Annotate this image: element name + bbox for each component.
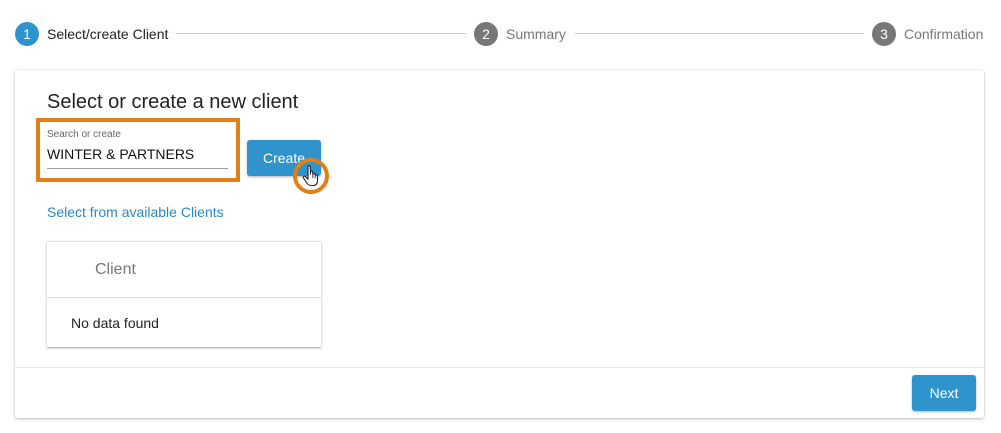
- cursor-highlight: [293, 158, 329, 194]
- step-label: Summary: [506, 26, 566, 42]
- step-label: Confirmation: [904, 26, 984, 42]
- next-button[interactable]: Next: [912, 375, 976, 411]
- search-field-label: Search or create: [47, 129, 121, 140]
- step-connector: [176, 33, 466, 34]
- empty-table-message: No data found: [71, 315, 159, 331]
- step-summary[interactable]: 2 Summary: [474, 22, 566, 46]
- step-confirmation[interactable]: 3 Confirmation: [872, 22, 983, 46]
- step-label: Select/create Client: [47, 26, 169, 42]
- search-input[interactable]: [47, 146, 227, 162]
- step-number: 1: [15, 22, 39, 46]
- step-select-create-client[interactable]: 1 Select/create Client: [15, 22, 168, 46]
- select-available-clients-link[interactable]: Select from available Clients: [47, 204, 224, 220]
- client-card: Select or create a new client Search or …: [15, 70, 984, 418]
- search-input-underline: [47, 168, 228, 169]
- stepper: 1 Select/create Client 2 Summary 3 Confi…: [0, 0, 1001, 68]
- table-top-border: [47, 241, 321, 242]
- step-number: 3: [872, 22, 896, 46]
- card-title: Select or create a new client: [47, 91, 299, 113]
- hand-pointer-icon: [302, 165, 319, 187]
- step-number: 2: [474, 22, 498, 46]
- step-connector: [575, 33, 864, 34]
- table-header-divider: [47, 297, 321, 298]
- card-footer-divider: [15, 367, 984, 368]
- column-header-client[interactable]: Client: [95, 261, 136, 279]
- clients-table: Client No data found: [47, 241, 321, 347]
